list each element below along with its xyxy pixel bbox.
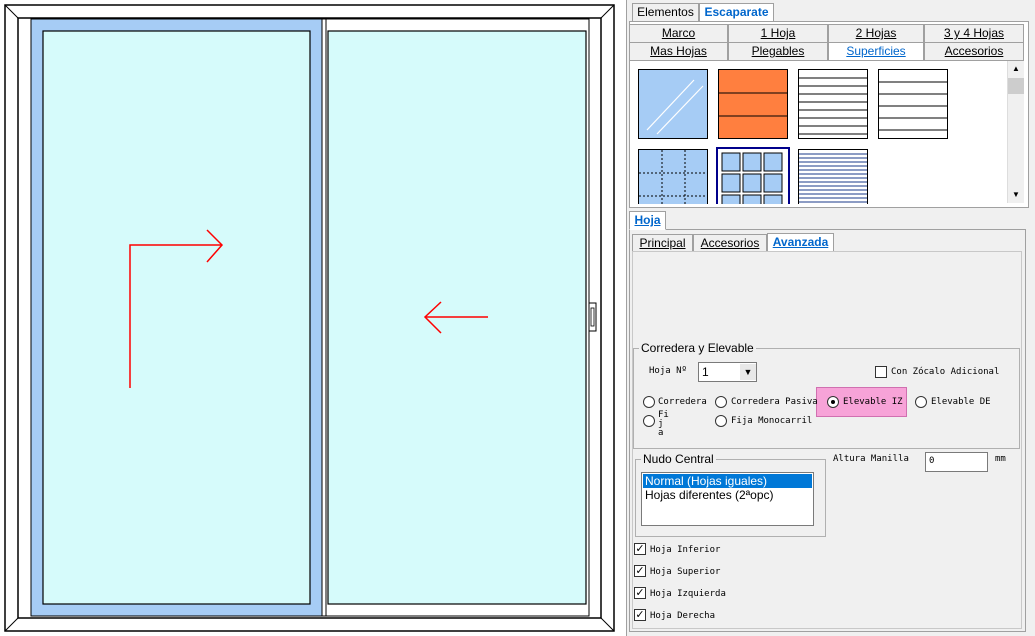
tab-hoja-label: Hoja [634, 213, 661, 227]
swatch-wide-slats[interactable] [878, 69, 948, 139]
tab-superficies-label: Superficies [846, 44, 906, 58]
window-drawing [4, 4, 615, 632]
tab-3-4-hojas-label: 3 y 4 Hojas [943, 26, 1005, 40]
tab-2-hojas-label: 2 Hojas [855, 26, 897, 40]
left-glass [42, 30, 311, 605]
swatch-glass-grid[interactable] [638, 149, 708, 204]
hoja-number-value: 1 [702, 365, 709, 379]
glass-swatch-icon [646, 79, 704, 135]
window-drawing-canvas[interactable] [0, 0, 626, 636]
tab-mas-hojas-label: Mas Hojas [650, 44, 707, 58]
radio-fija[interactable] [643, 415, 655, 427]
corredera-group-label: Corredera y Elevable [639, 341, 756, 355]
radio-elevable-iz[interactable] [827, 396, 839, 408]
altura-label: Altura Manilla [833, 454, 909, 464]
scroll-up-icon[interactable]: ▲ [1008, 61, 1024, 77]
tab-marco-label: Marco [661, 26, 696, 40]
tab-1-hoja[interactable]: 1 Hoja [728, 24, 828, 43]
radio-elevable-de[interactable] [915, 396, 927, 408]
slats-swatch-icon [799, 77, 867, 135]
panels-swatch-icon [719, 92, 787, 117]
scroll-down-icon[interactable]: ▼ [1008, 187, 1024, 203]
swatch-panels-orange[interactable] [718, 69, 788, 139]
tab-marco[interactable]: Marco [629, 24, 728, 43]
radio-corredera[interactable] [643, 396, 655, 408]
altura-unit: mm [995, 454, 1006, 464]
fine-slats-swatch-icon [799, 153, 867, 203]
tab-escaparate[interactable]: Escaparate [699, 3, 774, 22]
radio-corredera-pasiva[interactable] [715, 396, 727, 408]
tab-1-hoja-label: 1 Hoja [760, 26, 796, 40]
tab-hoja[interactable]: Hoja [629, 211, 666, 230]
nudo-listbox[interactable]: Normal (Hojas iguales) Hojas diferentes … [641, 472, 814, 526]
check-hoja-superior-label: Hoja Superior [650, 567, 721, 577]
tab-plegables[interactable]: Plegables [728, 42, 828, 61]
swatch-slats[interactable] [798, 69, 868, 139]
radio-fija-label: Fij a [658, 410, 669, 438]
properties-panel: Elementos Escaparate Marco 1 Hoja 2 Hoja… [626, 0, 1035, 636]
tab-avanzada-label: Avanzada [772, 235, 829, 249]
tab-mas-hojas[interactable]: Mas Hojas [629, 42, 728, 61]
check-hoja-derecha[interactable]: ✓ [634, 609, 646, 621]
radio-elevable-iz-label: Elevable IZ [843, 397, 903, 407]
tab-accesorios-hoja-label: Accesorios [700, 236, 760, 250]
nudo-group-label: Nudo Central [641, 452, 716, 466]
zocalo-label: Con Zócalo Adicional [891, 367, 1000, 377]
tab-accesorios[interactable]: Accesorios [924, 42, 1024, 61]
scrollbar-thumb[interactable] [1008, 78, 1024, 94]
hoja-number-label: Hoja Nº [649, 366, 687, 376]
glass-grid-swatch-icon [639, 150, 707, 204]
check-hoja-izquierda-label: Hoja Izquierda [650, 589, 726, 599]
tab-plegables-label: Plegables [751, 44, 805, 58]
tab-accesorios-hoja[interactable]: Accesorios [693, 234, 767, 252]
radio-fija-monocarril[interactable] [715, 415, 727, 427]
tab-superficies[interactable]: Superficies [828, 42, 924, 61]
catalog-scrollbar[interactable]: ▲ ▼ [1007, 61, 1024, 203]
check-hoja-superior[interactable]: ✓ [634, 565, 646, 577]
radio-fija-monocarril-label: Fija Monocarril [731, 416, 813, 426]
radio-corredera-label: Corredera [658, 397, 707, 407]
radio-corredera-pasiva-label: Corredera Pasiva [731, 397, 818, 407]
tab-accesorios-label: Accesorios [944, 44, 1004, 58]
swatch-fine-slats[interactable] [798, 149, 868, 204]
tab-2-hojas[interactable]: 2 Hojas [828, 24, 924, 43]
check-hoja-inferior[interactable]: ✓ [634, 543, 646, 555]
nudo-item-normal[interactable]: Normal (Hojas iguales) [643, 474, 812, 488]
tab-principal[interactable]: Principal [632, 234, 693, 252]
chevron-down-icon[interactable]: ▼ [740, 364, 756, 380]
wide-slats-swatch-icon [879, 81, 947, 131]
hoja-number-select[interactable]: 1 ▼ [698, 362, 757, 382]
nudo-item-diferentes[interactable]: Hojas diferentes (2ªopc) [643, 488, 812, 502]
grid-swatch-icon [721, 152, 783, 204]
radio-elevable-de-label: Elevable DE [931, 397, 991, 407]
swatch-grid-selected[interactable] [716, 147, 790, 204]
handle-icon [590, 307, 595, 327]
check-hoja-izquierda[interactable]: ✓ [634, 587, 646, 599]
swatch-glass[interactable] [638, 69, 708, 139]
check-hoja-derecha-label: Hoja Derecha [650, 611, 716, 621]
tab-3-4-hojas[interactable]: 3 y 4 Hojas [924, 24, 1024, 43]
tab-elementos[interactable]: Elementos [632, 3, 699, 22]
tab-avanzada[interactable]: Avanzada [767, 233, 834, 252]
altura-input[interactable]: 0 [925, 452, 988, 472]
altura-value: 0 [929, 456, 935, 466]
tab-principal-label: Principal [639, 236, 686, 250]
check-hoja-inferior-label: Hoja Inferior [650, 545, 721, 555]
zocalo-checkbox[interactable] [875, 366, 887, 378]
